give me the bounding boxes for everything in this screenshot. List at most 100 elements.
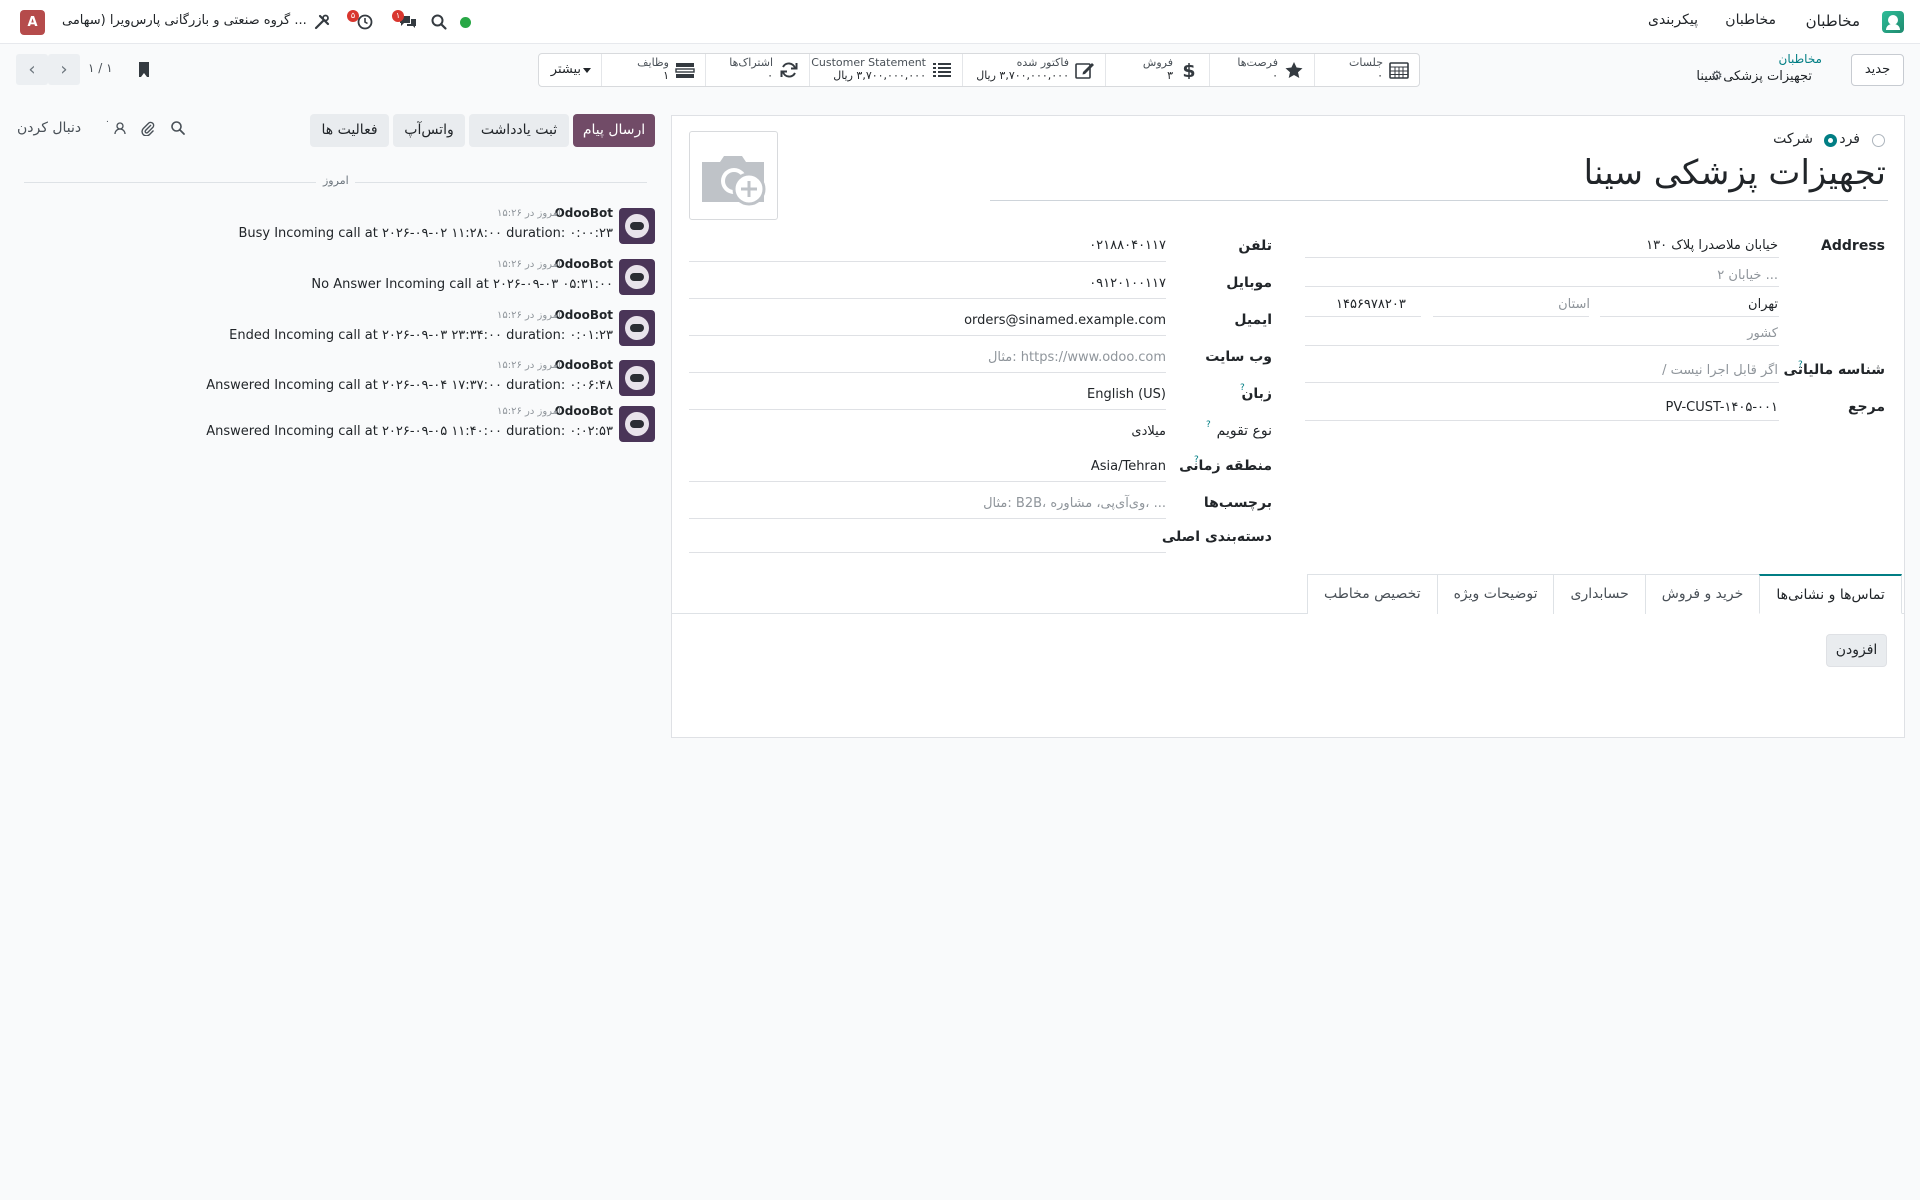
language-underline [689,409,1166,410]
message-author[interactable]: OdooBot [555,358,613,372]
chevron-right-icon: › [60,59,68,80]
language-field[interactable]: English (US) [1087,387,1166,402]
message-author[interactable]: OdooBot [555,404,613,418]
message-body: Busy Incoming call at ۲۰۲۶-۰۹-۰۲ ۱۱:۲۸:۰… [238,226,613,241]
tools-icon[interactable] [313,13,331,31]
timezone-underline [689,481,1166,482]
odoobot-avatar[interactable] [619,406,655,442]
pager-next-button[interactable]: › [48,54,80,85]
odoobot-avatar[interactable] [619,360,655,396]
message-author[interactable]: OdooBot [555,206,613,220]
mobile-underline [689,298,1166,299]
tab-accounting[interactable]: حسابداری [1553,574,1646,614]
calendar-icon [1389,62,1409,79]
vat-field[interactable]: / اگر قابل اجرا نیست [1662,363,1778,378]
radio-company-label[interactable]: شرکت [1773,131,1813,147]
whatsapp-button[interactable]: واتس‌آپ [393,114,465,147]
followers-icon[interactable] [112,120,128,136]
email-field[interactable]: orders@sinamed.example.com [964,313,1166,328]
timezone-field[interactable]: Asia/Tehran [1091,459,1166,474]
street2-field[interactable]: خیابان ۲ ... [1717,268,1778,283]
radio-person[interactable] [1872,134,1885,147]
smart-button-label: فروش [1142,56,1173,69]
date-separator-line [24,182,316,183]
odoobot-avatar[interactable] [619,208,655,244]
more-dropdown[interactable]: بیشتر [539,54,601,86]
message-time: امروز در ۱۵:۲۶ [497,406,561,417]
user-avatar[interactable]: A [20,10,45,35]
help-icon[interactable]: ? [1206,420,1211,430]
tab-sales-purchase[interactable]: خرید و فروش [1644,574,1761,614]
help-icon[interactable]: ? [1240,383,1245,393]
country-underline [1305,345,1779,346]
help-icon[interactable]: ? [1798,360,1803,370]
main-category-label: دسته‌بندی اصلی [1161,529,1272,545]
city-field[interactable]: تهران [1748,297,1778,312]
smart-button-opportunities[interactable]: فرصت‌ها ۰ [1209,54,1314,86]
tags-field[interactable]: مثال: B2B، وی‌آی‌پی، مشاوره، ... [983,496,1166,511]
website-underline [689,372,1166,373]
log-note-button[interactable]: ثبت یادداشت [469,114,569,147]
pager-value[interactable]: ۱ / ۱ [88,61,113,75]
message-body: Answered Incoming call at ۲۰۲۶-۰۹-۰۵ ۱۱:… [206,424,613,439]
smart-button-value: ۳,۷۰۰,۰۰۰,۰۰۰ ریال [976,69,1069,82]
tab-partner-assignment[interactable]: تخصیص مخاطب [1307,574,1438,614]
list-icon [933,63,951,77]
website-field[interactable]: مثال: https://www.odoo.com [988,350,1166,365]
state-underline [1433,316,1589,317]
street-field[interactable]: خیابان ملاصدرا پلاک ۱۳۰ [1646,238,1778,253]
smart-button-value: ۰ [1377,69,1383,82]
app-name[interactable]: مخاطبان [1806,12,1860,30]
menu-configuration[interactable]: پیکربندی [1648,12,1698,28]
bookmark-icon[interactable] [139,62,149,77]
street-underline [1305,257,1779,258]
contacts-app-icon[interactable] [1882,11,1904,33]
email-label: ایمیل [1234,312,1272,328]
reference-field[interactable]: PV-CUST-۱۴۰۵-۰۰۱ [1665,400,1778,415]
company-switcher[interactable]: گروه صنعتی و بازرگانی پارس‌ویرا (سهامی .… [62,13,307,28]
add-contact-button[interactable]: افزودن [1826,634,1887,667]
country-field[interactable]: کشور [1747,326,1778,341]
follow-button[interactable]: دنبال کردن [17,120,81,136]
tab-contacts-addresses[interactable]: تماس‌ها و نشانی‌ها [1759,574,1902,614]
odoobot-avatar[interactable] [619,310,655,346]
send-message-button[interactable]: ارسال پیام [573,114,655,147]
zip-field[interactable]: ۱۴۵۶۹۷۸۲۰۳ [1336,297,1406,312]
calendar-type-field[interactable]: میلادی [1131,424,1166,439]
image-upload[interactable] [689,131,778,220]
state-field[interactable]: استان [1558,297,1590,312]
radio-person-label[interactable]: فرد [1839,131,1860,147]
smart-button-customer-statement[interactable]: Customer Statement ۳,۷۰۰,۰۰۰,۰۰۰ ریال [809,54,962,86]
notebook-tabs: تماس‌ها و نشانی‌ها خرید و فروش حسابداری … [1307,574,1902,614]
paperclip-icon[interactable] [140,120,156,136]
website-label: وب سایت [1205,349,1272,365]
tab-internal-notes[interactable]: توضیحات ویژه [1436,574,1555,614]
refresh-icon [780,62,798,78]
breadcrumb-parent[interactable]: مخاطبان [1779,52,1822,66]
search-icon[interactable] [170,120,186,136]
activities-button[interactable]: فعالیت ها [310,114,389,147]
followers-count: ۰ [105,117,110,127]
smart-button-tasks[interactable]: وظایف ۱ [601,54,705,86]
smart-button-subscriptions[interactable]: اشتراک‌ها ۰ [705,54,809,86]
pager-previous-button[interactable]: ‹ [16,54,48,85]
search-icon[interactable] [430,13,448,31]
odoobot-avatar[interactable] [619,259,655,295]
message-author[interactable]: OdooBot [555,257,613,271]
message-time: امروز در ۱۵:۲۶ [497,259,561,270]
gear-icon[interactable]: ⚙ [1711,69,1723,84]
help-icon[interactable]: ? [1194,455,1199,465]
smart-button-value: ۳ [1167,69,1173,82]
smart-button-meetings[interactable]: جلسات ۰ [1314,54,1419,86]
smart-button-invoiced[interactable]: فاکتور شده ۳,۷۰۰,۰۰۰,۰۰۰ ریال [962,54,1105,86]
company-name-field[interactable]: تجهیزات پزشکی سینا [1584,153,1886,193]
new-record-button[interactable]: جدید [1851,54,1904,86]
phone-field[interactable]: ۰۲۱۸۸۰۴۰۱۱۷ [1089,238,1166,253]
mobile-field[interactable]: ۰۹۱۲۰۱۰۰۱۱۷ [1089,276,1166,291]
message-author[interactable]: OdooBot [555,308,613,322]
menu-contacts[interactable]: مخاطبان [1725,12,1776,28]
smart-button-sales[interactable]: $ فروش ۳ [1105,54,1209,86]
radio-company[interactable] [1824,134,1837,147]
vat-underline [1305,382,1779,383]
city-underline [1600,316,1779,317]
